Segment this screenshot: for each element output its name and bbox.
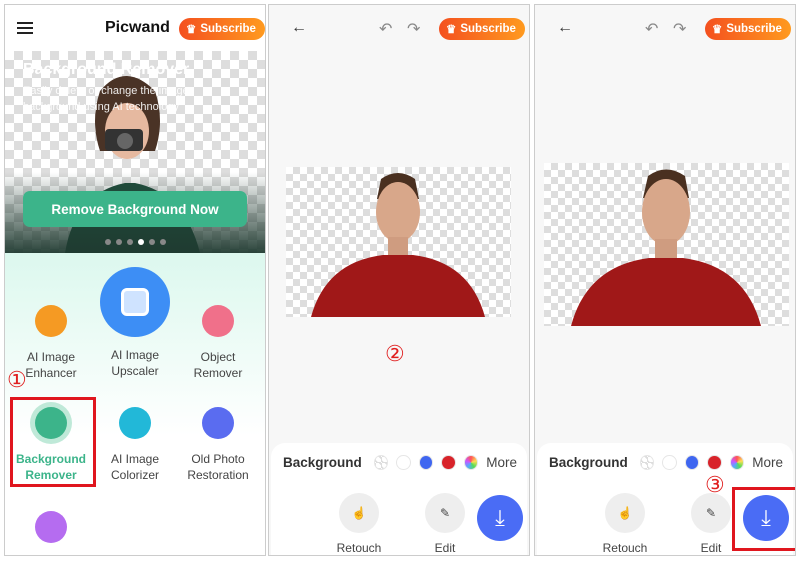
more-button[interactable]: More — [752, 455, 783, 470]
edit-icon: ✎ — [691, 493, 731, 533]
step-3-marker: ③ — [705, 472, 725, 497]
crown-icon: ♛ — [712, 24, 723, 36]
retouch-button[interactable]: ☝ Retouch — [329, 493, 389, 555]
banner-subtitle-2: background using AI technology — [23, 101, 179, 113]
step-2-marker: ② — [385, 341, 405, 366]
editor-header: ← ↶ ↷ ♛ Subscribe — [535, 5, 795, 51]
redo-icon[interactable]: ↷ — [673, 19, 686, 39]
undo-icon[interactable]: ↶ — [645, 19, 658, 39]
home-screen: Picwand ♛ Subscribe Background Remover Ea… — [4, 4, 266, 556]
hand-pointer-icon: ☝ — [339, 493, 379, 533]
result-image — [286, 167, 511, 317]
background-panel: Background More ☝ Retouch ✎ Edit ⤓ — [271, 443, 527, 555]
object-remover-icon — [202, 305, 234, 337]
swatch-transparent[interactable] — [373, 455, 389, 470]
download-icon: ⤓ — [495, 505, 505, 530]
menu-icon[interactable] — [17, 22, 33, 34]
crown-icon: ♛ — [446, 24, 457, 36]
compress-tool-icon[interactable] — [35, 511, 67, 543]
swatch-rainbow[interactable] — [729, 455, 745, 470]
swatch-white[interactable] — [396, 455, 411, 470]
swatch-transparent[interactable] — [639, 455, 655, 470]
man-portrait — [571, 169, 761, 326]
hand-pointer-icon: ☝ — [605, 493, 645, 533]
subscribe-button[interactable]: ♛ Subscribe — [179, 18, 265, 40]
subscribe-button[interactable]: ♛ Subscribe — [439, 18, 525, 40]
editor-header: ← ↶ ↷ ♛ Subscribe — [269, 5, 529, 51]
edit-button[interactable]: ✎ Edit — [415, 493, 475, 555]
remove-background-now-button[interactable]: Remove Background Now — [23, 191, 247, 227]
tool-old-photo-restoration[interactable]: Old Photo Restoration — [176, 407, 260, 483]
editor-screen-download: ← ↶ ↷ ♛ Subscribe Background More ☝ Retouc… — [534, 4, 796, 556]
colorizer-icon — [119, 407, 151, 439]
swatch-blue[interactable] — [684, 455, 700, 470]
app-title: Picwand — [105, 19, 170, 36]
redo-icon[interactable]: ↷ — [407, 19, 420, 39]
wrench-icon — [202, 407, 234, 439]
crown-icon: ♛ — [186, 24, 197, 36]
banner[interactable]: Background Remover Easily delete or chan… — [5, 51, 265, 253]
carousel-dots[interactable] — [105, 239, 166, 245]
edit-icon: ✎ — [425, 493, 465, 533]
highlight-background-remover — [10, 397, 96, 487]
back-arrow-icon[interactable]: ← — [291, 19, 307, 37]
banner-title: Background Remover — [23, 61, 190, 78]
background-label: Background — [283, 455, 362, 470]
tool-ai-image-upscaler[interactable]: AI Image Upscaler — [93, 267, 177, 379]
swatch-blue[interactable] — [418, 455, 434, 470]
swatch-white[interactable] — [662, 455, 677, 470]
more-button[interactable]: More — [486, 455, 517, 470]
result-image — [544, 163, 789, 326]
undo-icon[interactable]: ↶ — [379, 19, 392, 39]
banner-subtitle-1: Easily delete or change the image — [23, 85, 189, 97]
back-arrow-icon[interactable]: ← — [557, 19, 573, 37]
upscaler-icon — [100, 267, 170, 337]
retouch-button[interactable]: ☝ Retouch — [595, 493, 655, 555]
swatch-rainbow[interactable] — [463, 455, 479, 470]
home-header: Picwand ♛ Subscribe — [5, 5, 265, 51]
download-button[interactable]: ⤓ — [477, 495, 523, 541]
highlight-download-button — [732, 487, 795, 551]
swatch-red[interactable] — [707, 455, 722, 470]
swatch-red[interactable] — [441, 455, 456, 470]
tool-ai-image-colorizer[interactable]: AI Image Colorizer — [93, 407, 177, 483]
tool-object-remover[interactable]: Object Remover — [176, 305, 260, 381]
subscribe-button[interactable]: ♛ Subscribe — [705, 18, 791, 40]
editor-screen-preview: ← ↶ ↷ ♛ Subscribe ② Background More ☝ Reto… — [268, 4, 530, 556]
man-portrait — [311, 173, 485, 317]
enhancer-icon — [35, 305, 67, 337]
step-1-marker: ① — [7, 367, 27, 392]
background-label: Background — [549, 455, 628, 470]
